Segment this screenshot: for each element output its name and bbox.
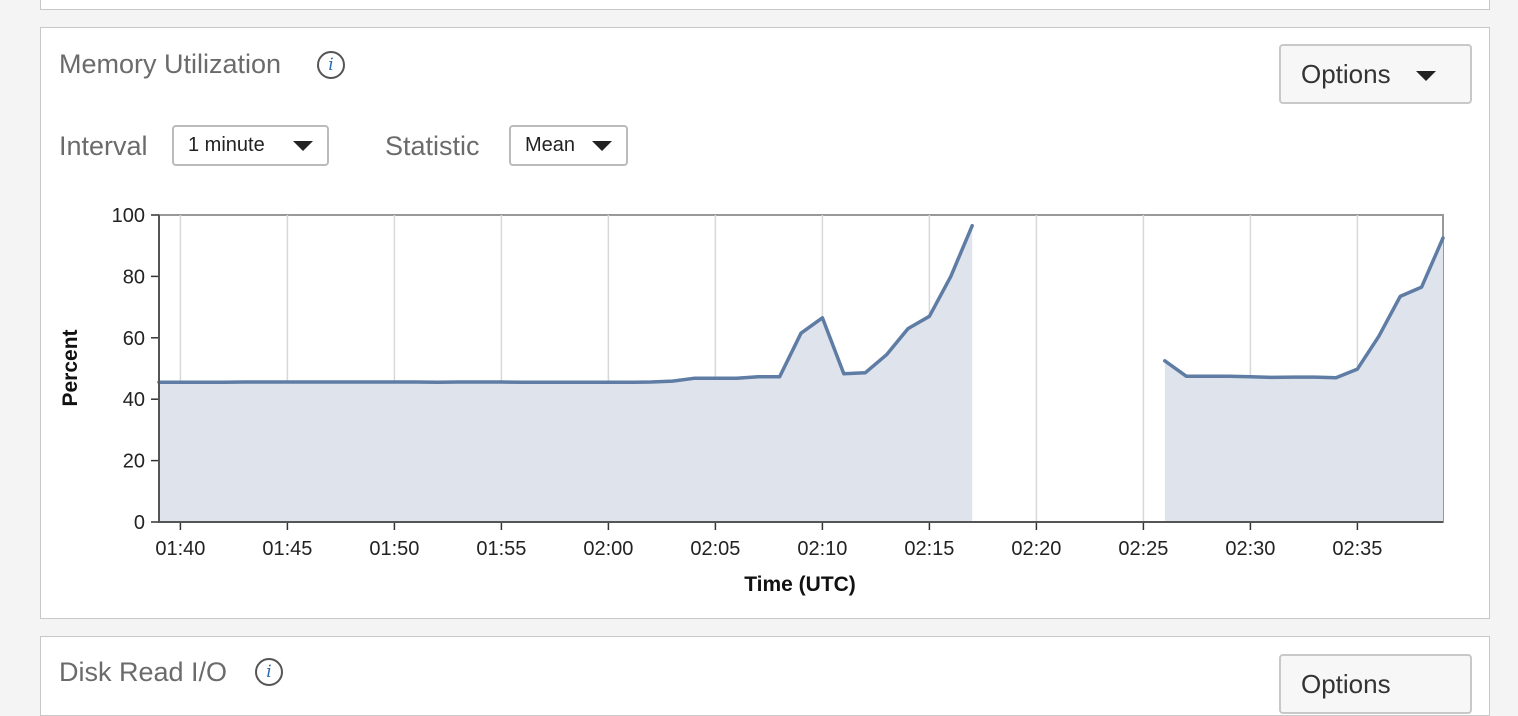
series-line	[157, 223, 974, 385]
x-tick-label: 02:35	[1332, 538, 1382, 560]
y-tick-label: 0	[134, 512, 145, 534]
y-tick-label: 100	[112, 205, 145, 227]
y-tick-label: 40	[123, 389, 145, 411]
x-tick-label: 01:40	[155, 538, 205, 560]
series-area	[1164, 238, 1443, 522]
y-axis-title: Percent	[59, 329, 82, 406]
panel-title: Disk Read I/O	[59, 657, 228, 687]
info-icon[interactable]: i	[255, 658, 283, 686]
x-tick-label: 02:05	[690, 538, 740, 560]
disk-read-io-panel: Disk Read I/O i Options	[40, 636, 1490, 716]
x-tick-label: 02:00	[583, 538, 633, 560]
y-tick-label: 80	[123, 266, 145, 288]
x-tick-label: 02:20	[1011, 538, 1061, 560]
options-label: Options	[1301, 669, 1391, 699]
x-axis-title: Time (UTC)	[744, 573, 856, 596]
x-tick-label: 02:30	[1225, 538, 1275, 560]
x-tick-label: 01:50	[369, 538, 419, 560]
x-tick-label: 01:45	[262, 538, 312, 560]
x-tick-label: 02:25	[1118, 538, 1168, 560]
x-tick-label: 01:55	[476, 538, 526, 560]
options-button[interactable]: Options	[1279, 654, 1472, 714]
y-tick-label: 20	[123, 451, 145, 473]
memory-chart: 01:40 01:45 01:50 01:55 02:00 02:05 02:10 02:15…	[59, 205, 1445, 596]
x-tick-label: 02:15	[904, 538, 954, 560]
y-tick-label: 60	[123, 328, 145, 350]
x-tick-label: 02:10	[797, 538, 847, 560]
